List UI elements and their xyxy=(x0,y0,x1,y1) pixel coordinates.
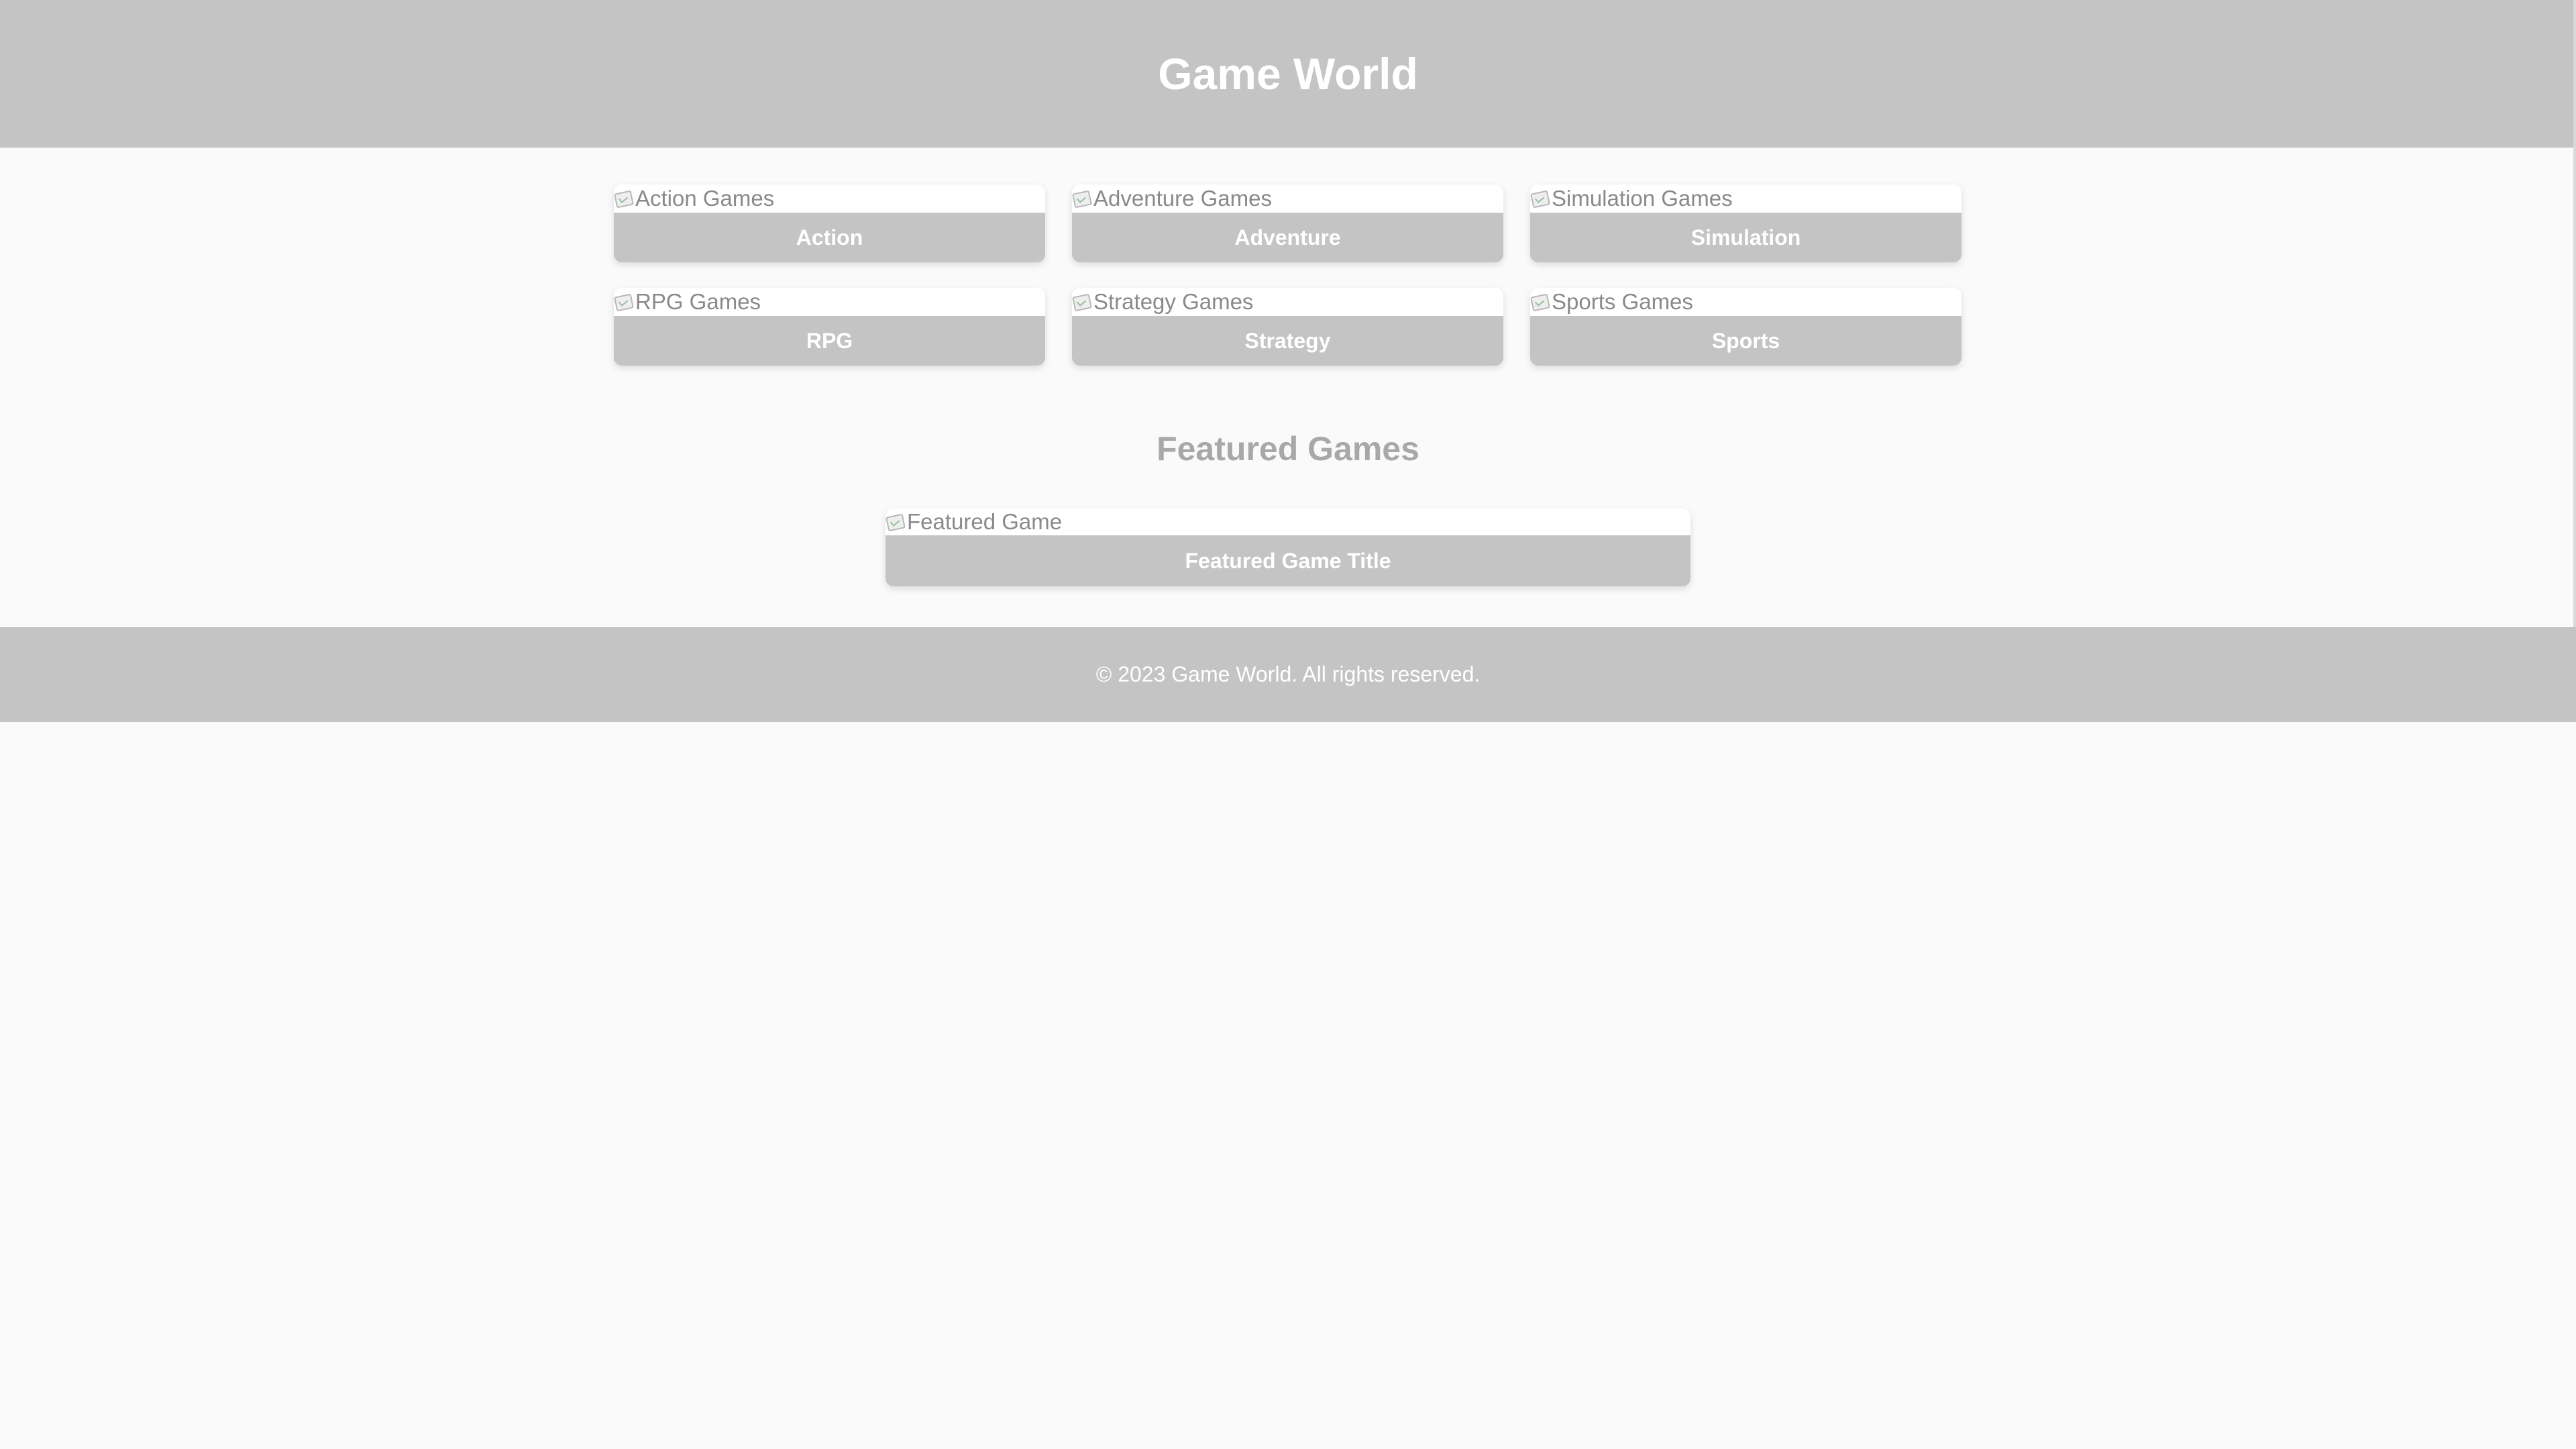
featured-heading: Featured Games xyxy=(1157,430,1419,468)
image-alt-text: RPG Games xyxy=(635,289,761,314)
scrollbar[interactable] xyxy=(2573,0,2576,722)
site-header: Game World xyxy=(0,0,2576,148)
category-button-strategy[interactable]: Strategy xyxy=(1072,316,1503,366)
broken-image-icon xyxy=(1530,292,1549,311)
category-card-action[interactable]: Action Games Action xyxy=(614,184,1045,262)
broken-image-icon xyxy=(1072,189,1091,208)
image-alt-text: Simulation Games xyxy=(1552,186,1733,211)
site-title: Game World xyxy=(1158,49,1418,99)
category-image-simulation: Simulation Games xyxy=(1530,184,1962,213)
category-card-adventure[interactable]: Adventure Games Adventure xyxy=(1072,184,1503,262)
category-card-strategy[interactable]: Strategy Games Strategy xyxy=(1072,288,1503,366)
broken-image-icon xyxy=(614,189,633,208)
image-alt-text: Sports Games xyxy=(1552,289,1693,314)
category-button-sports[interactable]: Sports xyxy=(1530,316,1962,366)
category-button-action[interactable]: Action xyxy=(614,213,1045,262)
broken-image-icon xyxy=(1530,189,1549,208)
category-row: Action Games Action Adventure Games Adve… xyxy=(614,184,1962,262)
category-image-adventure: Adventure Games xyxy=(1072,184,1503,213)
category-card-rpg[interactable]: RPG Games RPG xyxy=(614,288,1045,366)
site-footer: © 2023 Game World. All rights reserved. xyxy=(0,627,2576,722)
category-image-action: Action Games xyxy=(614,184,1045,213)
image-alt-text: Featured Game xyxy=(907,509,1063,534)
featured-game-title-button[interactable]: Featured Game Title xyxy=(885,535,1690,586)
image-alt-text: Strategy Games xyxy=(1093,289,1254,314)
category-button-rpg[interactable]: RPG xyxy=(614,316,1045,366)
featured-game-card[interactable]: Featured Game Featured Game Title xyxy=(885,508,1690,586)
category-button-simulation[interactable]: Simulation xyxy=(1530,213,1962,262)
category-image-strategy: Strategy Games xyxy=(1072,288,1503,316)
category-card-sports[interactable]: Sports Games Sports xyxy=(1530,288,1962,366)
broken-image-icon xyxy=(614,292,633,311)
category-image-rpg: RPG Games xyxy=(614,288,1045,316)
featured-game-image: Featured Game xyxy=(885,508,1690,535)
category-row: RPG Games RPG Strategy Games Strategy Sp… xyxy=(614,288,1962,366)
copyright-text: © 2023 Game World. All rights reserved. xyxy=(1095,662,1481,686)
broken-image-icon xyxy=(885,513,904,531)
category-button-adventure[interactable]: Adventure xyxy=(1072,213,1503,262)
broken-image-icon xyxy=(1072,292,1091,311)
image-alt-text: Adventure Games xyxy=(1093,186,1272,211)
category-image-sports: Sports Games xyxy=(1530,288,1962,316)
image-alt-text: Action Games xyxy=(635,186,775,211)
category-card-simulation[interactable]: Simulation Games Simulation xyxy=(1530,184,1962,262)
category-grid: Action Games Action Adventure Games Adve… xyxy=(614,184,1962,391)
